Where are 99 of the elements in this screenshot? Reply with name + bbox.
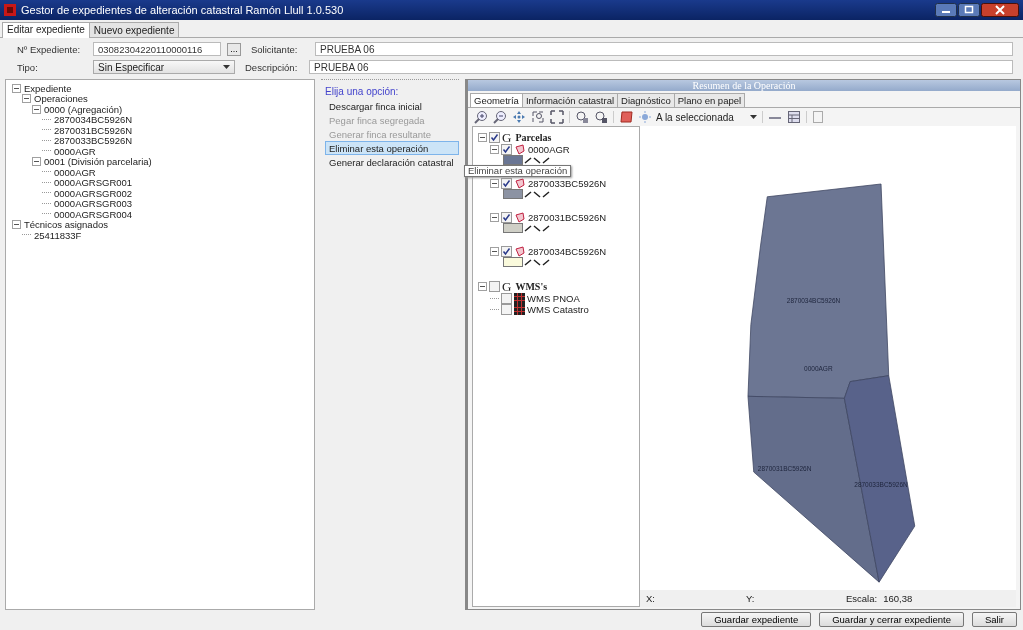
tree-item[interactable]: Operaciones xyxy=(34,93,88,105)
polygon-layer-icon xyxy=(514,211,526,224)
caret-icon xyxy=(749,115,757,119)
field-label: Solicitante: xyxy=(251,43,299,55)
tree-item[interactable]: 0000 (Agregación) xyxy=(44,103,123,115)
action-button[interactable]: Guardar y cerrar expediente xyxy=(819,612,964,627)
zoom-in-icon[interactable] xyxy=(474,110,488,124)
collapse-icon[interactable] xyxy=(22,94,31,104)
zoom-out-icon[interactable] xyxy=(493,110,507,124)
coordinate-label: Y: xyxy=(746,593,756,604)
checkbox[interactable] xyxy=(501,178,512,189)
collapse-icon[interactable] xyxy=(32,157,41,167)
tree-item[interactable]: 0000AGR xyxy=(54,166,96,178)
layer-group[interactable]: WMS's xyxy=(515,281,548,292)
minimize-button[interactable] xyxy=(935,3,957,17)
zoom-mode-dropdown[interactable]: A la seleccionada xyxy=(656,111,757,123)
table-icon[interactable] xyxy=(786,110,801,124)
layer-icon[interactable] xyxy=(575,110,589,124)
checkbox[interactable] xyxy=(489,281,500,292)
input-field[interactable]: 03082304220110000116 xyxy=(93,42,221,56)
dropdown[interactable]: Sin Especificar xyxy=(93,60,235,74)
line-style-icon xyxy=(524,189,552,199)
layer-item[interactable]: WMS Catastro xyxy=(527,304,589,315)
layer-icon[interactable] xyxy=(594,110,608,124)
collapse-icon[interactable] xyxy=(478,133,487,142)
tab[interactable]: Información catastral xyxy=(521,93,619,107)
tab[interactable]: Plano en papel xyxy=(673,93,746,107)
tab[interactable]: Nuevo expediente xyxy=(88,22,180,37)
tree-item[interactable]: 0000AGR xyxy=(54,145,96,157)
pan-icon[interactable] xyxy=(512,110,526,124)
tab[interactable]: Diagnóstico xyxy=(617,93,675,107)
panel-header: Resumen de la Operación xyxy=(468,80,1020,91)
field-label: Nº Expediente: xyxy=(17,43,82,55)
layer-item[interactable]: 2870031BC5926N xyxy=(528,212,607,223)
group-icon: G xyxy=(502,129,512,146)
collapse-icon[interactable] xyxy=(490,213,499,222)
collapse-icon[interactable] xyxy=(12,83,21,93)
collapse-icon[interactable] xyxy=(478,282,487,291)
tree-item[interactable]: 2870034BC5926N xyxy=(54,114,133,126)
zoom-extent-icon[interactable] xyxy=(550,110,564,124)
collapse-icon[interactable] xyxy=(32,104,41,114)
caret-icon xyxy=(223,65,230,69)
tab[interactable]: Geometría xyxy=(470,93,523,107)
checkbox[interactable] xyxy=(489,132,500,143)
tree-item[interactable]: 2870031BC5926N xyxy=(54,124,133,136)
layer-item[interactable]: 2870033BC5926N xyxy=(528,178,607,189)
collapse-icon[interactable] xyxy=(490,145,499,154)
field-label: Tipo: xyxy=(17,61,39,73)
tree-item[interactable]: 0000AGRSGR002 xyxy=(54,187,133,199)
tree-item[interactable]: 2870033BC5926N xyxy=(54,135,133,147)
option-item[interactable]: Generar declaración catastral xyxy=(325,155,459,169)
zoom-window-icon[interactable] xyxy=(531,110,545,124)
polygon-layer-icon xyxy=(514,245,526,258)
option-item[interactable]: Eliminar esta operación xyxy=(325,141,459,155)
field-label: Descripción: xyxy=(245,61,299,73)
tree-item[interactable]: 0000AGRSGR003 xyxy=(54,198,133,210)
grid-layer-icon xyxy=(514,304,525,315)
checkbox[interactable] xyxy=(501,293,512,304)
action-button[interactable]: Guardar expediente xyxy=(701,612,812,627)
layer-item[interactable]: 2870034BC5926N xyxy=(528,246,607,257)
options-heading: Elija una opción: xyxy=(325,86,400,97)
tab[interactable]: Editar expediente xyxy=(2,22,90,38)
tree-item[interactable]: Expediente xyxy=(24,82,72,94)
checkbox[interactable] xyxy=(501,304,512,315)
browse-button[interactable]: ... xyxy=(227,42,241,56)
tree-item[interactable]: 25411833F xyxy=(34,229,82,241)
app-icon xyxy=(4,4,16,16)
option-item[interactable]: Descargar finca inicial xyxy=(325,99,459,113)
action-button[interactable]: Salir xyxy=(972,612,1017,627)
coordinate-label: X: xyxy=(646,593,656,604)
line-style-icon xyxy=(524,223,552,233)
layer-item[interactable]: WMS PNOA xyxy=(527,293,580,304)
scale-label: Escala: xyxy=(846,593,878,604)
collapse-icon[interactable] xyxy=(490,247,499,256)
grid-layer-icon xyxy=(514,293,525,304)
maximize-button[interactable] xyxy=(958,3,980,17)
close-button[interactable] xyxy=(981,3,1019,17)
collapse-icon[interactable] xyxy=(490,179,499,188)
checkbox[interactable] xyxy=(501,246,512,257)
layer-item[interactable]: 0000AGR xyxy=(528,144,570,155)
collapse-icon[interactable] xyxy=(12,220,21,230)
tree-item[interactable]: 0001 (División parcelaria) xyxy=(44,156,152,168)
polygon-layer-icon xyxy=(514,177,526,190)
polygon-layer-icon xyxy=(514,143,526,156)
window-title: Gestor de expedientes de alteración catastral Ramón Llull 1.0.530 xyxy=(21,4,344,16)
tree-item[interactable]: 0000AGRSGR004 xyxy=(54,208,133,220)
line-style-icon xyxy=(524,155,552,165)
checkbox[interactable] xyxy=(501,212,512,223)
layer-group[interactable]: Parcelas xyxy=(515,132,552,143)
group-icon: G xyxy=(502,278,512,295)
input-field[interactable]: PRUEBA 06 xyxy=(309,60,1013,74)
input-field[interactable]: PRUEBA 06 xyxy=(315,42,1013,56)
tree-item[interactable]: Técnicos asignados xyxy=(24,219,108,231)
tree-item[interactable]: 0000AGRSGR001 xyxy=(54,177,133,189)
eraser-icon[interactable] xyxy=(619,110,634,124)
checkbox[interactable] xyxy=(501,144,512,155)
scale-value: 160,38 xyxy=(883,593,913,604)
line-style-icon xyxy=(524,257,552,267)
tooltip: Eliminar esta operación xyxy=(464,165,572,177)
